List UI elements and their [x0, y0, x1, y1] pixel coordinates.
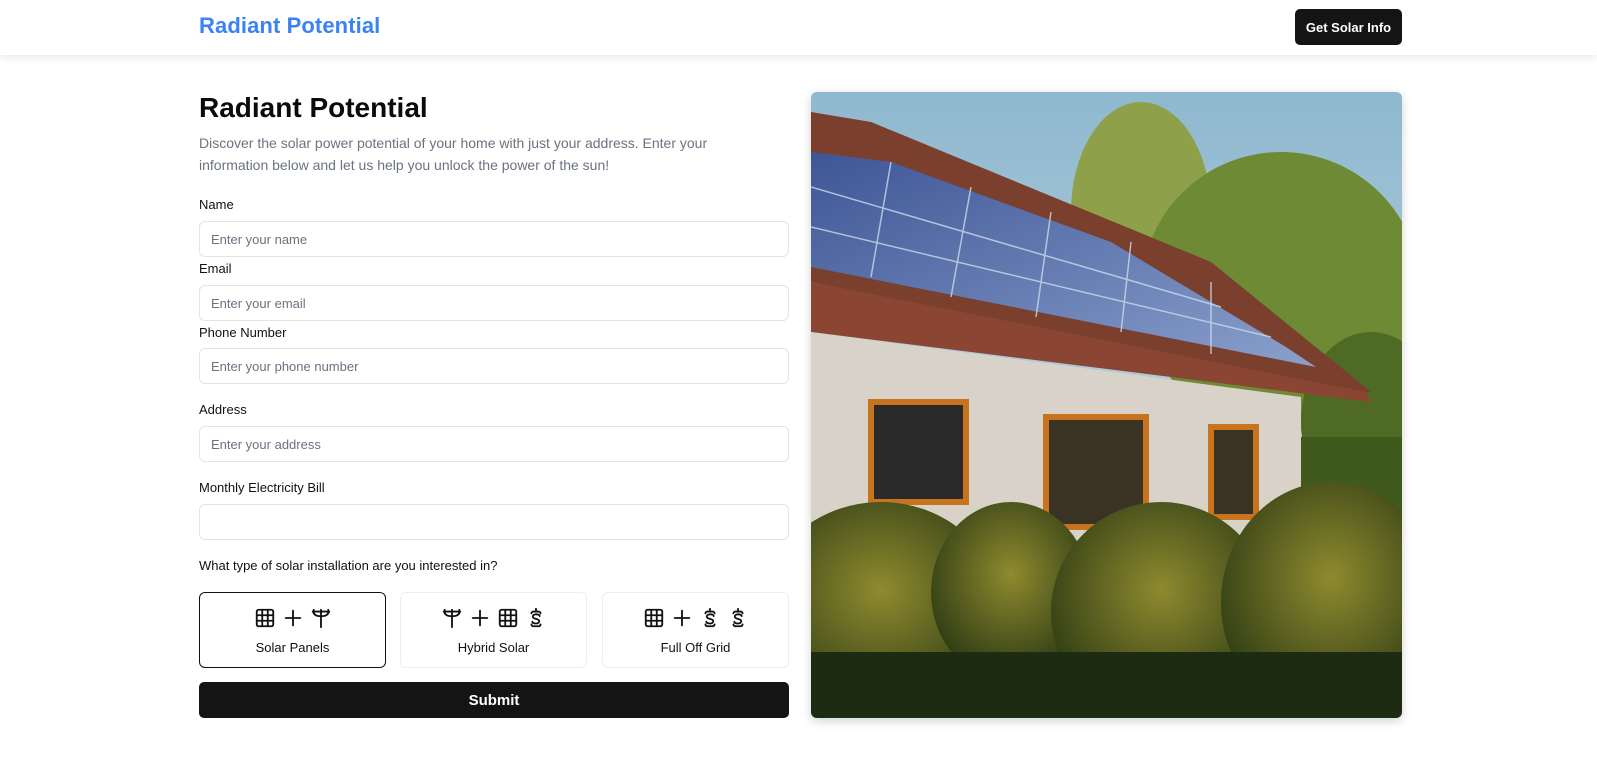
installation-question: What type of solar installation are you … — [199, 558, 498, 573]
monthly-bill-input[interactable] — [199, 504, 789, 540]
option-hybrid-solar[interactable]: Hybrid Solar — [400, 592, 587, 668]
address-label: Address — [199, 402, 247, 417]
page-description: Discover the solar power potential of yo… — [199, 135, 708, 173]
battery-icon — [530, 607, 541, 628]
page-title: Radiant Potential — [199, 92, 428, 123]
battery-icon — [732, 607, 743, 628]
option-label: Hybrid Solar — [457, 640, 530, 655]
submit-button[interactable]: Submit — [199, 682, 789, 718]
grid-icon — [644, 608, 663, 628]
name-input[interactable] — [199, 221, 789, 257]
email-label: Email — [199, 261, 232, 276]
top-navbar: Radiant Potential Get Solar Info — [0, 0, 1597, 55]
get-solar-info-button[interactable]: Get Solar Info — [1295, 9, 1402, 45]
grid-icon — [498, 608, 517, 628]
option-label: Full Off Grid — [660, 640, 731, 655]
utility-pole-icon — [311, 608, 330, 629]
option-solar-panels[interactable]: Solar Panels — [199, 592, 386, 668]
name-label: Name — [199, 197, 234, 212]
battery-icon — [704, 607, 715, 628]
phone-label: Phone Number — [199, 325, 287, 340]
installation-options: Solar Panels Hybrid Solar Full Off Grid — [199, 592, 789, 668]
option-full-off-grid[interactable]: Full Off Grid — [602, 592, 789, 668]
grid-icon — [255, 608, 274, 628]
plus-icon — [284, 609, 301, 627]
plus-icon — [471, 609, 488, 627]
house-illustration — [811, 92, 1402, 718]
option-label: Solar Panels — [255, 640, 330, 655]
house-with-solar-panels-photo — [811, 92, 1402, 718]
phone-input[interactable] — [199, 348, 789, 384]
brand-logo[interactable]: Radiant Potential — [199, 13, 380, 39]
plus-icon — [673, 609, 690, 627]
address-input[interactable] — [199, 426, 789, 462]
monthly-bill-label: Monthly Electricity Bill — [199, 480, 325, 495]
utility-pole-icon — [442, 608, 461, 629]
email-input[interactable] — [199, 285, 789, 321]
